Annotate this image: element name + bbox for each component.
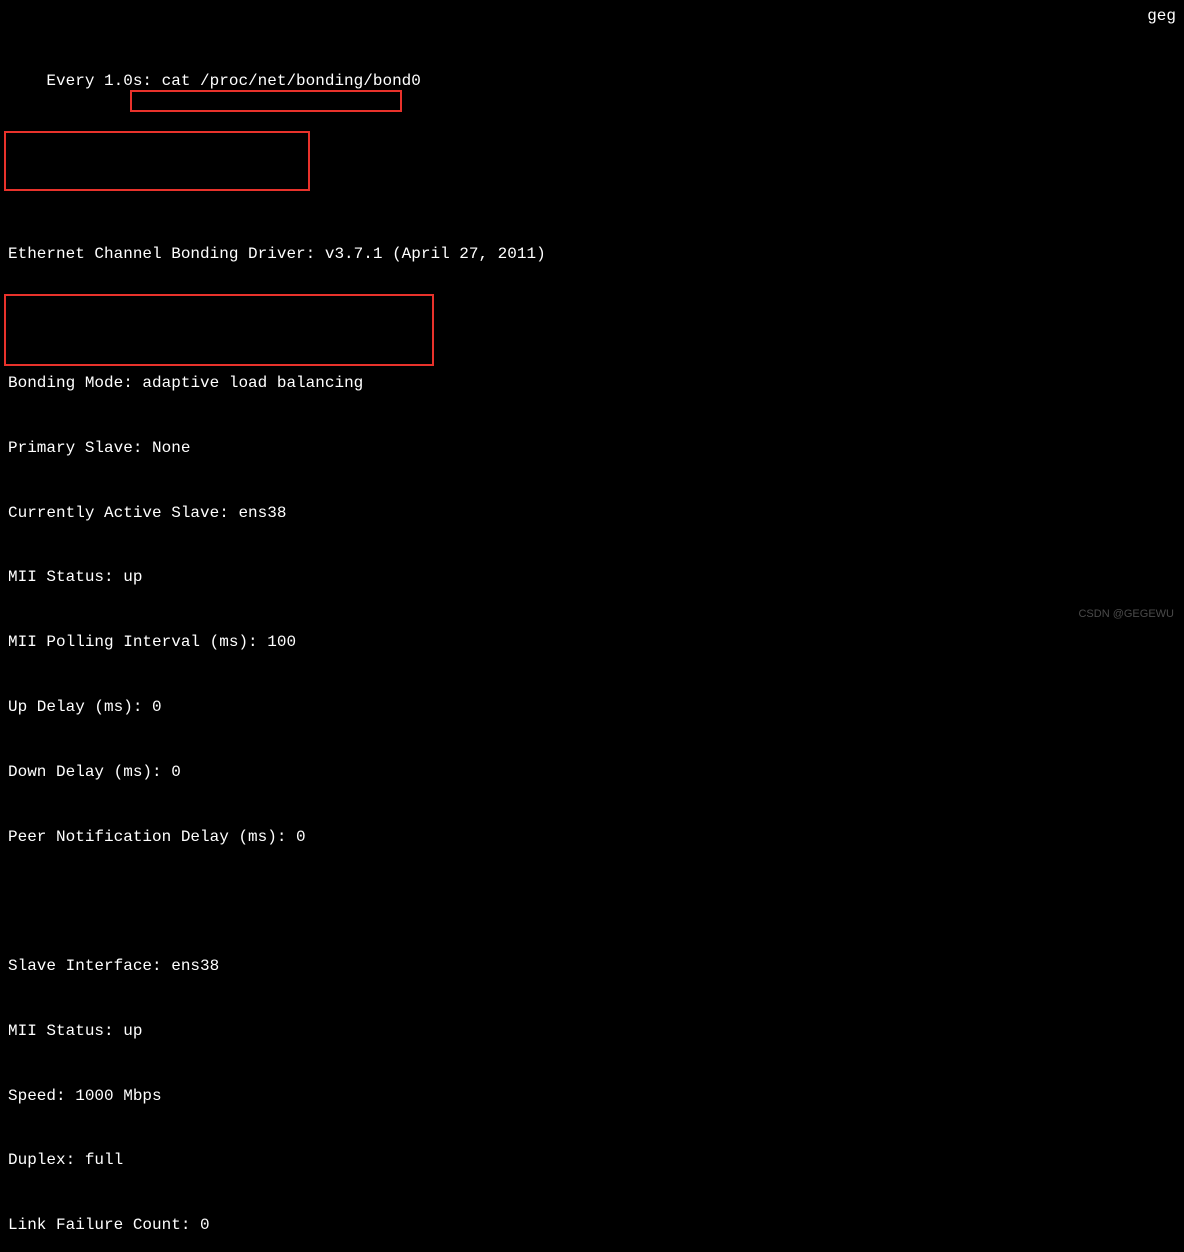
bonding-mode-label: Bonding Mode: [8, 374, 133, 392]
mii-polling: MII Polling Interval (ms): 100 [8, 632, 1176, 654]
bonding-mode-value: adaptive load balancing [133, 374, 373, 392]
primary-slave: Primary Slave: None [8, 438, 1176, 460]
down-delay: Down Delay (ms): 0 [8, 762, 1176, 784]
slave-mii-status: MII Status: up [8, 1021, 1176, 1043]
blank-line [8, 891, 1176, 913]
peer-notify-delay: Peer Notification Delay (ms): 0 [8, 827, 1176, 849]
driver-version: Ethernet Channel Bonding Driver: v3.7.1 … [8, 244, 1176, 266]
watermark-text: CSDN @GEGEWU [1078, 607, 1174, 622]
slave-interface: Slave Interface: ens38 [8, 956, 1176, 978]
slave-duplex: Duplex: full [8, 1150, 1176, 1172]
terminal-output: Every 1.0s: cat /proc/net/bonding/bond0 … [8, 6, 1176, 1252]
hostname-text: geg [1147, 6, 1176, 28]
active-slave: Currently Active Slave: ens38 [8, 503, 1176, 525]
bonding-mode-line: Bonding Mode: adaptive load balancing [8, 373, 1176, 395]
blank-line [8, 308, 1176, 330]
mii-status: MII Status: up [8, 567, 1176, 589]
slave-link-failure: Link Failure Count: 0 [8, 1215, 1176, 1237]
up-delay: Up Delay (ms): 0 [8, 697, 1176, 719]
watch-header-line: Every 1.0s: cat /proc/net/bonding/bond0 [8, 49, 1176, 114]
watch-command: Every 1.0s: cat /proc/net/bonding/bond0 [46, 72, 420, 90]
slave-speed: Speed: 1000 Mbps [8, 1086, 1176, 1108]
blank-line [8, 179, 1176, 201]
